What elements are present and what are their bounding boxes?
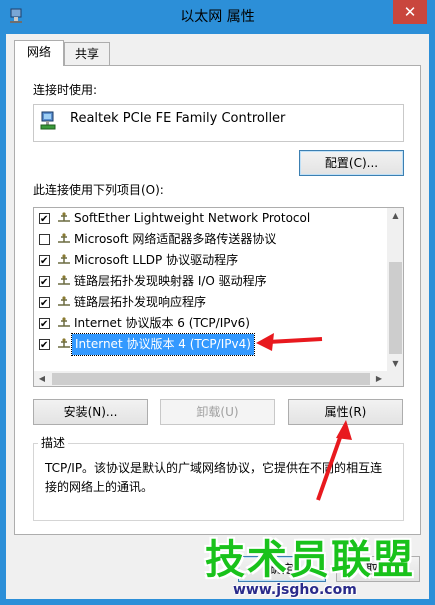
connect-using-label: 连接时使用:: [33, 83, 98, 97]
uninstall-button[interactable]: 卸载(U): [160, 399, 275, 425]
network-protocol-icon: [58, 275, 70, 285]
scroll-right-icon[interactable]: ▶: [371, 371, 387, 386]
network-adapter-icon: [40, 111, 56, 130]
description-legend: 描述: [38, 436, 69, 450]
item-checkbox[interactable]: [39, 293, 50, 314]
item-label: 链路层拓扑发现响应程序: [74, 295, 207, 309]
list-item[interactable]: Microsoft 网络适配器多路传送器协议: [34, 229, 386, 250]
description-text-line-2: 接的网络上的通讯。: [45, 480, 154, 494]
scroll-left-icon[interactable]: ◀: [34, 371, 50, 386]
network-protocol-icon: [58, 317, 70, 327]
watermark-title: 技术员联盟: [205, 537, 415, 583]
list-item[interactable]: Microsoft LLDP 协议驱动程序: [34, 250, 386, 272]
scroll-thumb[interactable]: [52, 373, 370, 385]
tab-sharing[interactable]: 共享: [64, 42, 110, 66]
item-label: Internet 协议版本 6 (TCP/IPv6): [74, 316, 250, 330]
list-item-selected[interactable]: Internet 协议版本 4 (TCP/IPv4): [34, 333, 386, 356]
item-label: Internet 协议版本 4 (TCP/IPv4): [71, 333, 255, 356]
properties-button[interactable]: 属性(R): [288, 399, 403, 425]
description-text-line-1: TCP/IP。该协议是默认的广域网络协议，它提供在不同的相互连: [45, 461, 383, 475]
network-protocol-icon: [58, 296, 70, 306]
tab-network[interactable]: 网络: [14, 40, 64, 66]
item-label: Microsoft 网络适配器多路传送器协议: [74, 232, 277, 246]
item-checkbox[interactable]: [39, 209, 50, 230]
items-label: 此连接使用下列项目(O):: [33, 183, 164, 197]
network-protocol-icon: [58, 254, 70, 264]
scroll-down-icon[interactable]: ▼: [387, 356, 403, 372]
item-checkbox[interactable]: [39, 314, 50, 335]
list-item[interactable]: 链路层拓扑发现映射器 I/O 驱动程序: [34, 271, 386, 293]
close-button[interactable]: ✕: [393, 0, 427, 24]
horizontal-scrollbar[interactable]: ◀ ▶: [34, 371, 403, 386]
list-item[interactable]: SoftEther Lightweight Network Protocol: [34, 208, 386, 230]
list-item[interactable]: Internet 协议版本 6 (TCP/IPv6): [34, 313, 386, 335]
item-label: Microsoft LLDP 协议驱动程序: [74, 253, 239, 267]
network-protocol-icon: [58, 233, 70, 243]
watermark-logo: 技术员联盟 www.jsgho.com: [205, 538, 413, 598]
item-checkbox[interactable]: [39, 335, 50, 356]
item-label: SoftEther Lightweight Network Protocol: [74, 211, 311, 225]
item-checkbox[interactable]: [39, 234, 50, 245]
items-list[interactable]: SoftEther Lightweight Network Protocol M…: [33, 207, 404, 387]
item-label: 链路层拓扑发现映射器 I/O 驱动程序: [74, 274, 267, 288]
network-protocol-icon: [58, 338, 70, 348]
scroll-up-icon[interactable]: ▲: [387, 208, 403, 224]
vertical-scrollbar[interactable]: ▲ ▼: [387, 208, 403, 372]
watermark-url: www.jsgho.com: [233, 582, 357, 598]
window-title: 以太网 属性: [180, 9, 255, 25]
adapter-name: Realtek PCIe FE Family Controller: [70, 111, 286, 126]
item-checkbox[interactable]: [39, 272, 50, 293]
install-button[interactable]: 安装(N)...: [33, 399, 148, 425]
configure-button[interactable]: 配置(C)...: [299, 150, 404, 176]
scroll-thumb[interactable]: [389, 262, 402, 354]
item-checkbox[interactable]: [39, 251, 50, 272]
list-item[interactable]: 链路层拓扑发现响应程序: [34, 292, 386, 314]
network-protocol-icon: [58, 212, 70, 222]
